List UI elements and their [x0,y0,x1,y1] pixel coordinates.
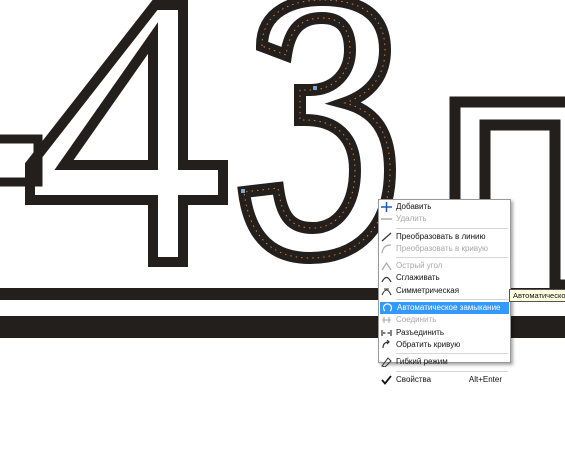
digit-3-outline[interactable] [237,0,397,265]
menu-separator [396,353,508,355]
menu-separator [396,257,508,259]
menu-item-to-line[interactable]: Преобразовать в линию [379,231,510,243]
menu-item-label: Обратить кривую [396,339,461,349]
menu-item-to-curve[interactable]: Преобразовать в кривую [379,243,510,255]
menu-item-label: Добавить [396,202,432,211]
smooth-node-icon [381,277,392,283]
cusp-node-icon [381,262,392,271]
menu-item-label: Симметрическая [396,285,460,295]
menu-item-properties[interactable]: Свойства Alt+Enter [379,374,510,386]
menu-item-label: Разъединить [396,327,445,337]
to-curve-icon [381,244,392,253]
menu-item-label: Острый угол [396,261,443,271]
menu-item-cusp[interactable]: Острый угол [379,260,510,272]
menu-separator [396,370,508,372]
curve-node[interactable] [241,189,245,193]
curve-node[interactable] [313,86,317,90]
menu-item-label: Автоматическое замыкание [397,303,501,313]
context-menu: Добавить Удалить Преобразовать в линию П… [378,199,511,385]
menu-item-label: Сглаживать [396,273,440,283]
tooltip: Автоматическое замыкание [509,289,565,302]
menu-item-label: Преобразовать в линию [396,231,486,241]
menu-item-label: Гибкий режим [396,357,448,367]
elastic-mode-icon [381,357,392,368]
join-nodes-icon [382,317,391,324]
to-line-icon [381,232,392,242]
checkmark-icon [381,375,392,385]
menu-item-symmetric[interactable]: Симметрическая [379,285,510,297]
add-node-icon [381,202,392,212]
menu-item-delete[interactable]: Удалить [379,213,510,225]
menu-separator [396,299,508,301]
menu-item-auto-close[interactable]: Автоматическое замыкание [380,302,509,315]
menu-item-label: Соединить [396,315,437,325]
menu-item-elastic-mode[interactable]: Гибкий режим [379,356,510,368]
delete-node-icon [381,218,392,221]
menu-item-join[interactable]: Соединить [379,314,510,326]
symmetric-node-icon [381,288,392,296]
menu-item-shortcut: Alt+Enter [468,374,502,384]
tooltip-text: Автоматическое замыкание [513,291,565,300]
menu-item-add[interactable]: Добавить [379,201,510,213]
menu-separator [396,227,508,229]
digit-4-outline[interactable] [25,0,228,267]
menu-item-label: Удалить [396,214,427,224]
menu-item-label: Преобразовать в кривую [396,243,488,253]
menu-item-smooth[interactable]: Сглаживать [379,272,510,284]
auto-close-icon [382,303,393,312]
break-apart-icon [381,329,392,336]
menu-item-label: Свойства [396,374,432,384]
reverse-curve-icon [382,339,390,348]
menu-item-reverse[interactable]: Обратить кривую [379,339,510,351]
menu-item-break-apart[interactable]: Разъединить [379,327,510,339]
